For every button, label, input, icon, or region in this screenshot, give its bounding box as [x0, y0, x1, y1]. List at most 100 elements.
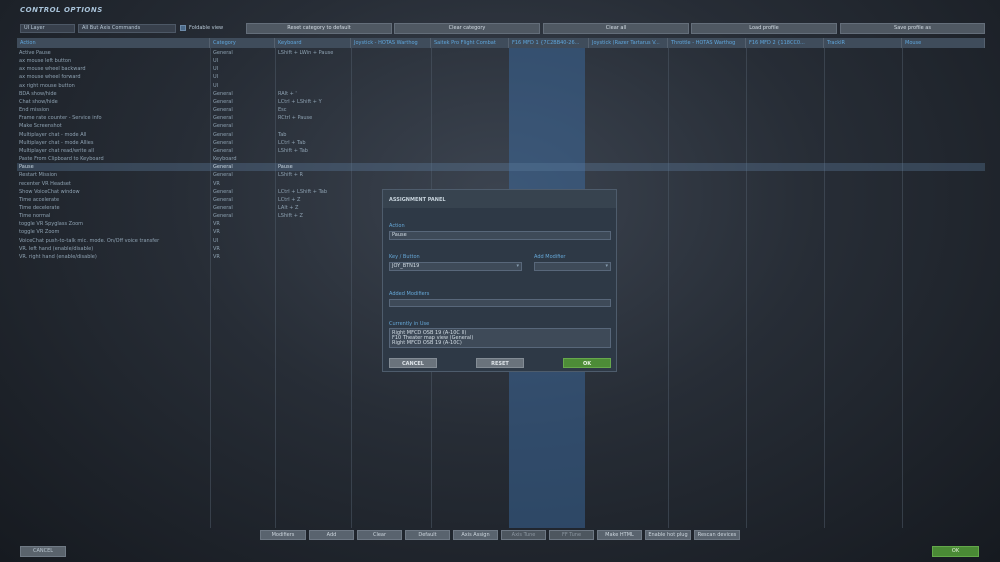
- row-action-cell: Time accelerate: [19, 196, 60, 203]
- panel-reset-button[interactable]: RESET: [476, 358, 524, 368]
- header-razer-tartarus[interactable]: Joystick (Razer Tartarus V...: [589, 38, 668, 48]
- commands-filter-select[interactable]: All But Axis Commands: [78, 24, 176, 33]
- header-mouse[interactable]: Mouse: [902, 38, 985, 48]
- assignment-panel: ASSIGNMENT PANEL Action Pause Key / Butt…: [382, 189, 617, 372]
- row-category-cell: UI: [213, 74, 219, 81]
- table-row[interactable]: recenter VR Headset VR: [17, 180, 985, 188]
- enable-hot-plug-button[interactable]: Enable hot plug: [645, 530, 691, 540]
- layer-select[interactable]: UI Layer: [20, 24, 75, 33]
- row-category-cell: General: [213, 188, 233, 195]
- row-keyboard-cell: Esc: [278, 107, 287, 114]
- row-action-cell: Restart Mission: [19, 172, 58, 179]
- modifiers-button[interactable]: Modifiers: [260, 530, 306, 540]
- added-modifiers-label: Added Modifiers: [389, 291, 430, 297]
- table-row[interactable]: Multiplayer chat - mode All General Tab: [17, 131, 985, 139]
- foldable-view-checkbox[interactable]: [180, 25, 186, 31]
- row-category-cell: General: [213, 90, 233, 97]
- clear-all-button[interactable]: Clear all: [543, 23, 689, 34]
- rescan-devices-button[interactable]: Rescan devices: [694, 530, 740, 540]
- foldable-view-label: Foldable view: [189, 25, 224, 31]
- table-row[interactable]: ax mouse wheel forward UI: [17, 73, 985, 81]
- clear-button[interactable]: Clear: [357, 530, 402, 540]
- table-row[interactable]: ax mouse left button UI: [17, 57, 985, 65]
- row-action-cell: Time decelerate: [19, 204, 60, 211]
- panel-ok-button[interactable]: OK: [563, 358, 611, 368]
- row-category-cell: VR: [213, 245, 220, 252]
- row-action-cell: ax mouse left button: [19, 58, 72, 65]
- row-category-cell: UI: [213, 66, 219, 73]
- row-category-cell: General: [213, 196, 233, 203]
- table-row[interactable]: Multiplayer chat - mode Allies General LCt…: [17, 139, 985, 147]
- add-modifier-label: Add Modifier: [534, 254, 566, 260]
- panel-cancel-button[interactable]: CANCEL: [389, 358, 437, 368]
- table-row[interactable]: Multiplayer chat read/write all General LS…: [17, 147, 985, 155]
- row-keyboard-cell: LCtrl + Tab: [278, 139, 306, 146]
- table-row[interactable]: End mission General Esc: [17, 106, 985, 114]
- header-throttle-warthog[interactable]: Throttle - HOTAS Warthog: [668, 38, 746, 48]
- row-action-cell: Pause: [19, 164, 34, 171]
- row-action-cell: toggle VR Spyglass Zoom: [19, 221, 84, 228]
- ff-tune-button[interactable]: FF Tune: [549, 530, 594, 540]
- row-action-cell: Multiplayer chat - mode Allies: [19, 139, 94, 146]
- table-row[interactable]: ax right mouse button UI: [17, 82, 985, 90]
- header-category[interactable]: Category: [210, 38, 275, 48]
- default-button[interactable]: Default: [405, 530, 450, 540]
- table-row[interactable]: BDA show/hide General RAlt + ': [17, 90, 985, 98]
- row-action-cell: Frame rate counter - Service info: [19, 115, 102, 122]
- table-row[interactable]: Make Screenshot General: [17, 122, 985, 130]
- header-saitek[interactable]: Saitek Pro Flight Combat: [431, 38, 509, 48]
- add-modifier-select[interactable]: ▾: [534, 262, 611, 271]
- added-modifiers-field[interactable]: [389, 299, 611, 307]
- axis-assign-button[interactable]: Axis Assign: [453, 530, 498, 540]
- table-row[interactable]: ax mouse wheel backward UI: [17, 65, 985, 73]
- table-row[interactable]: Restart Mission General LShift + R: [17, 171, 985, 179]
- cancel-button[interactable]: CANCEL: [20, 546, 66, 557]
- row-action-cell: recenter VR Headset: [19, 180, 71, 187]
- make-html-button[interactable]: Make HTML: [597, 530, 642, 540]
- row-keyboard-cell: Tab: [278, 131, 287, 138]
- table-row[interactable]: Frame rate counter - Service info General…: [17, 114, 985, 122]
- currently-in-use-list[interactable]: Right MFCD OSB 19 (A-10C II) F10 Theater…: [389, 328, 611, 348]
- row-keyboard-cell: LCtrl + Z: [278, 196, 301, 203]
- save-profile-button[interactable]: Save profile as: [840, 23, 985, 34]
- row-keyboard-cell: Pause: [278, 164, 293, 171]
- action-label: Action: [389, 223, 405, 229]
- row-action-cell: Chat show/hide: [19, 98, 58, 105]
- header-keyboard[interactable]: Keyboard: [275, 38, 351, 48]
- header-f16-mfd-2[interactable]: F16 MFD 2 {118CC0...: [746, 38, 824, 48]
- header-action[interactable]: Action: [17, 38, 210, 48]
- row-category-cell: General: [213, 107, 233, 114]
- chevron-down-icon: ▾: [516, 263, 519, 269]
- action-value: Pause: [392, 232, 407, 238]
- row-action-cell: Make Screenshot: [19, 123, 62, 130]
- row-action-cell: Multiplayer chat read/write all: [19, 147, 95, 154]
- row-category-cell: UI: [213, 82, 219, 89]
- table-row[interactable]: Paste From Clipboard to Keyboard Keyboard: [17, 155, 985, 163]
- row-keyboard-cell: LCtrl + LShift + Tab: [278, 188, 328, 195]
- layer-select-value: UI Layer: [24, 25, 45, 31]
- key-button-select[interactable]: JOY_BTN19 ▾: [389, 262, 522, 271]
- header-joystick-warthog[interactable]: Joystick - HOTAS Warthog: [351, 38, 431, 48]
- row-category-cell: General: [213, 115, 233, 122]
- ok-button[interactable]: OK: [932, 546, 979, 557]
- row-category-cell: General: [213, 147, 233, 154]
- header-f16-mfd-1[interactable]: F16 MFD 1 {7C2BB40-26...: [509, 38, 589, 48]
- page-title: CONTROL OPTIONS: [20, 6, 103, 14]
- header-trackir[interactable]: TrackIR: [824, 38, 902, 48]
- row-category-cell: General: [213, 50, 233, 56]
- action-field: Pause: [389, 231, 611, 240]
- row-keyboard-cell: LAlt + Z: [278, 204, 299, 211]
- add-button[interactable]: Add: [309, 530, 354, 540]
- reset-category-button[interactable]: Reset category to default: [246, 23, 392, 34]
- table-row[interactable]: Active Pause General LShift + LWin + Pause: [17, 49, 985, 57]
- axis-tune-button[interactable]: Axis Tune: [501, 530, 546, 540]
- row-keyboard-cell: RCtrl + Pause: [278, 115, 313, 122]
- row-category-cell: UI: [213, 237, 219, 244]
- table-row[interactable]: Chat show/hide General LCtrl + LShift + Y: [17, 98, 985, 106]
- row-category-cell: Keyboard: [213, 156, 237, 163]
- clear-category-button[interactable]: Clear category: [394, 23, 540, 34]
- chevron-down-icon: ▾: [605, 263, 608, 269]
- table-row[interactable]: Pause General Pause: [17, 163, 985, 172]
- row-action-cell: VR. left hand (enable/disable): [19, 245, 94, 252]
- load-profile-button[interactable]: Load profile: [691, 23, 837, 34]
